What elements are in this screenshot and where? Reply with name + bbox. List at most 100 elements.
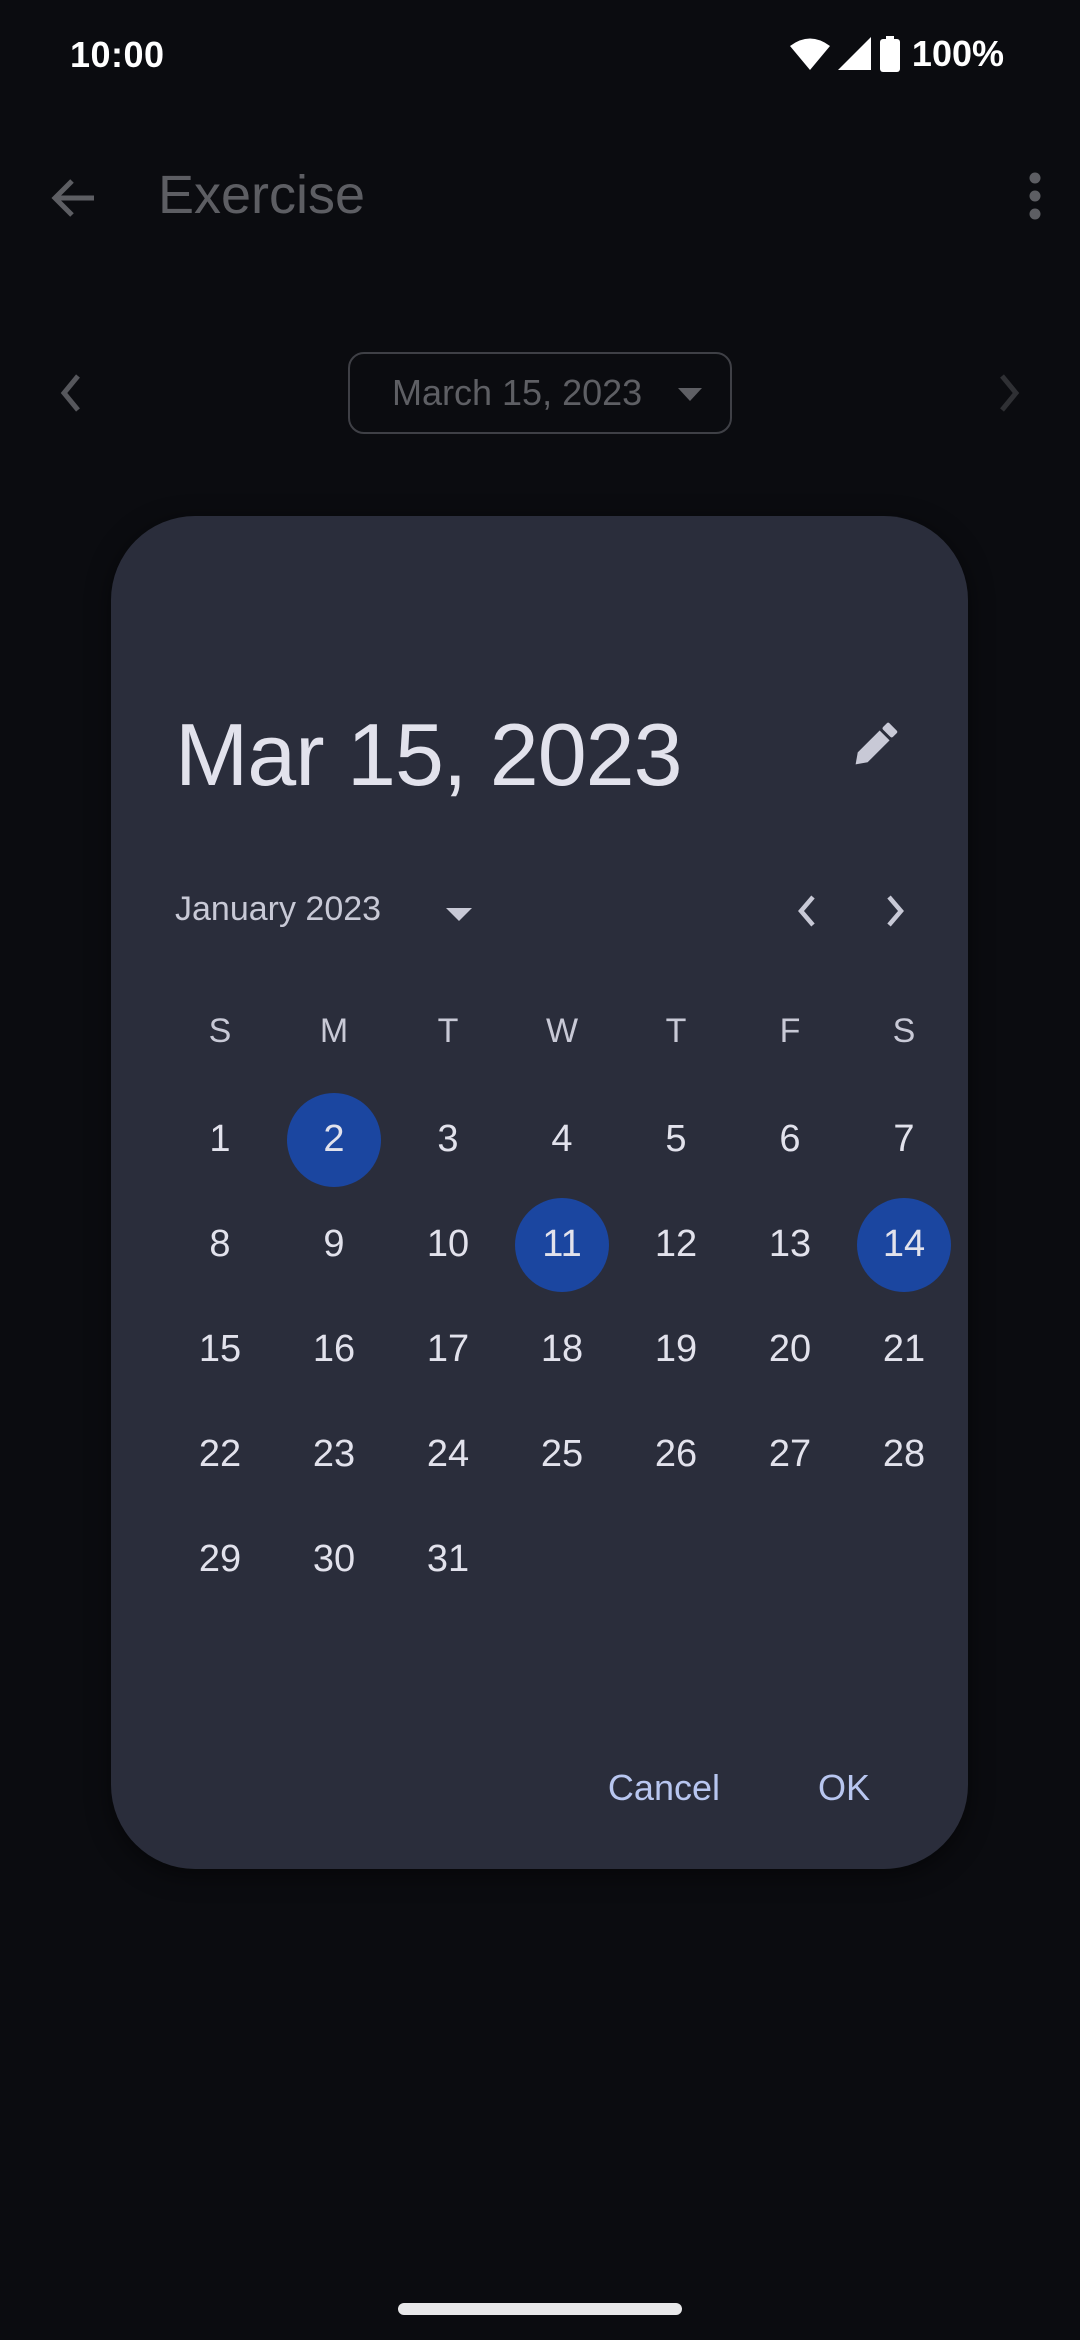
calendar-day[interactable]: 25: [505, 1402, 619, 1507]
day-number: 9: [323, 1223, 345, 1265]
calendar-day[interactable]: 1: [163, 1087, 277, 1192]
day-number: 10: [426, 1223, 470, 1265]
day-number: 5: [665, 1118, 687, 1160]
chevron-left-icon[interactable]: [50, 368, 94, 418]
date-navigation: March 15, 2023: [0, 350, 1080, 436]
calendar-day[interactable]: 15: [163, 1297, 277, 1402]
day-number: 27: [768, 1433, 812, 1475]
day-number: 26: [654, 1433, 698, 1475]
calendar-day[interactable]: 10: [391, 1192, 505, 1297]
calendar-day[interactable]: 9: [277, 1192, 391, 1297]
weekday-header-row: SMTWTFS: [163, 1006, 961, 1056]
day-number: 17: [426, 1328, 470, 1370]
month-dropdown-icon[interactable]: [446, 908, 472, 921]
day-number: 2: [323, 1118, 345, 1160]
status-bar: 10:00 100%: [0, 0, 1080, 110]
calendar-day[interactable]: 5: [619, 1087, 733, 1192]
day-number: 19: [654, 1328, 698, 1370]
day-number: 22: [198, 1433, 242, 1475]
calendar-day[interactable]: 18: [505, 1297, 619, 1402]
dropdown-arrow-icon: [678, 388, 702, 401]
status-time: 10:00: [70, 34, 165, 75]
next-month-icon[interactable]: [871, 888, 917, 934]
day-number: 12: [654, 1223, 698, 1265]
date-picker-dialog: Mar 15, 2023 January 2023 SMTWTFS 123456…: [111, 516, 968, 1869]
day-number: 23: [312, 1433, 356, 1475]
status-icons: 100%: [789, 33, 1004, 74]
day-number: 6: [779, 1118, 801, 1160]
day-number: 25: [540, 1433, 584, 1475]
home-indicator[interactable]: [398, 2303, 682, 2315]
calendar-day[interactable]: 21: [847, 1297, 961, 1402]
calendar-day[interactable]: 8: [163, 1192, 277, 1297]
cancel-button[interactable]: Cancel: [586, 1753, 742, 1823]
weekday-label: T: [665, 1012, 687, 1050]
calendar-day[interactable]: 14: [847, 1192, 961, 1297]
calendar-day[interactable]: 30: [277, 1507, 391, 1612]
calendar-day[interactable]: 12: [619, 1192, 733, 1297]
calendar-day[interactable]: 17: [391, 1297, 505, 1402]
day-number: 29: [198, 1538, 242, 1580]
day-number: 3: [437, 1118, 459, 1160]
battery-icon: [879, 36, 900, 72]
day-number: 16: [312, 1328, 356, 1370]
cellular-signal-icon: [837, 37, 871, 70]
previous-month-icon[interactable]: [785, 888, 831, 934]
more-vert-icon[interactable]: [1020, 168, 1050, 224]
weekday-label: T: [437, 1012, 459, 1050]
day-number: 7: [893, 1118, 915, 1160]
calendar-day[interactable]: 16: [277, 1297, 391, 1402]
calendar-day[interactable]: 19: [619, 1297, 733, 1402]
day-number: 11: [542, 1223, 582, 1265]
day-number: 4: [551, 1118, 573, 1160]
arrow-left-icon[interactable]: [46, 170, 102, 226]
day-number: 21: [882, 1328, 926, 1370]
month-header: January 2023: [175, 876, 905, 946]
calendar-day-grid: 1 2 3 4 5 6 7 8 9 10 11 12 13 14 15 16 17 18 19 20 21 22 23 24 2…: [163, 1087, 961, 1612]
calendar-day[interactable]: 11: [505, 1192, 619, 1297]
calendar-day[interactable]: 4: [505, 1087, 619, 1192]
weekday-label: F: [779, 1012, 801, 1050]
chevron-right-icon[interactable]: [986, 368, 1030, 418]
wifi-icon: [789, 38, 830, 70]
calendar-day[interactable]: 23: [277, 1402, 391, 1507]
day-number: 18: [540, 1328, 584, 1370]
dialog-actions: Cancel OK: [586, 1753, 892, 1823]
weekday-label: S: [208, 1012, 232, 1050]
calendar-day[interactable]: 2: [277, 1087, 391, 1192]
selected-date-headline: Mar 15, 2023: [175, 705, 683, 804]
day-number: 8: [209, 1223, 231, 1265]
day-number: 13: [768, 1223, 812, 1265]
battery-percent: 100%: [911, 33, 1004, 74]
weekday-label: M: [319, 1012, 349, 1050]
calendar-day[interactable]: 29: [163, 1507, 277, 1612]
day-number: 28: [882, 1433, 926, 1475]
calendar-day[interactable]: 20: [733, 1297, 847, 1402]
calendar-day[interactable]: 24: [391, 1402, 505, 1507]
day-number: 30: [312, 1538, 356, 1580]
app-title: Exercise: [158, 165, 366, 225]
month-year-label[interactable]: January 2023: [175, 890, 381, 929]
calendar-day[interactable]: 7: [847, 1087, 961, 1192]
calendar-day[interactable]: 28: [847, 1402, 961, 1507]
calendar-day[interactable]: 26: [619, 1402, 733, 1507]
app-bar: Exercise: [0, 150, 1080, 240]
weekday-label: W: [545, 1012, 579, 1050]
day-number: 1: [209, 1118, 231, 1160]
ok-button[interactable]: OK: [796, 1753, 892, 1823]
day-number: 31: [426, 1538, 470, 1580]
day-number: 24: [426, 1433, 470, 1475]
calendar-day[interactable]: 27: [733, 1402, 847, 1507]
calendar-day[interactable]: 6: [733, 1087, 847, 1192]
date-chip-label: March 15, 2023: [392, 372, 643, 413]
weekday-label: S: [892, 1012, 916, 1050]
pencil-icon[interactable]: [844, 716, 904, 776]
calendar-day[interactable]: 13: [733, 1192, 847, 1297]
calendar-day[interactable]: 22: [163, 1402, 277, 1507]
day-number: 20: [768, 1328, 812, 1370]
date-selector-chip[interactable]: March 15, 2023: [348, 352, 732, 434]
day-number: 15: [198, 1328, 242, 1370]
calendar-day[interactable]: 3: [391, 1087, 505, 1192]
calendar-day[interactable]: 31: [391, 1507, 505, 1612]
day-number: 14: [882, 1223, 926, 1265]
